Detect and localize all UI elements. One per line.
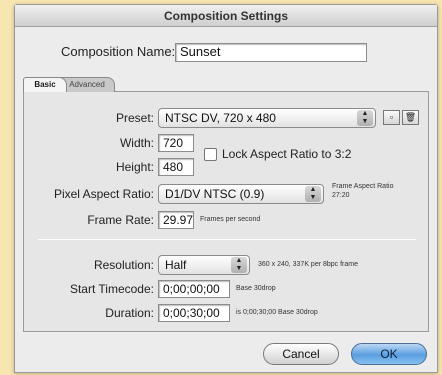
frame-rate-label: Frame Rate: [87, 213, 154, 227]
resolution-info: 360 x 240, 337K per 8bpc frame [258, 261, 359, 268]
height-label: Height: [115, 160, 154, 174]
popup-arrows-icon: ▲ ▼ [231, 257, 247, 273]
save-preset-icon[interactable]: ▫ [383, 110, 400, 125]
composition-name-input[interactable]: Sunset [175, 43, 367, 62]
tab-basic[interactable]: Basic [23, 77, 67, 92]
preset-popup[interactable]: NTSC DV, 720 x 480 ▲ ▼ [158, 108, 376, 128]
resolution-label: Resolution: [93, 258, 154, 272]
pixel-aspect-label: Pixel Aspect Ratio: [53, 187, 154, 201]
frame-aspect-value: 27:20 [332, 192, 350, 199]
start-timecode-label: Start Timecode: [69, 282, 154, 296]
preset-label: Preset: [115, 111, 154, 125]
pixel-aspect-popup[interactable]: D1/DV NTSC (0.9) ▲ ▼ [158, 184, 324, 204]
divider [38, 239, 416, 240]
dialog-title: Composition Settings [15, 5, 437, 27]
duration-input[interactable]: 0;00;30;00 [158, 304, 230, 322]
duration-note: is 0;00;30;00 Base 30drop [236, 309, 318, 316]
ok-button[interactable]: OK [351, 343, 427, 365]
cancel-button[interactable]: Cancel [263, 343, 339, 365]
popup-arrows-icon: ▲ ▼ [305, 186, 321, 202]
popup-arrows-icon: ▲ ▼ [357, 110, 373, 126]
pixel-aspect-value: D1/DV NTSC (0.9) [165, 187, 265, 201]
composition-settings-dialog: Composition Settings Composition Name: S… [14, 4, 438, 373]
preset-value: NTSC DV, 720 x 480 [165, 111, 276, 125]
width-input[interactable]: 720 [158, 134, 194, 152]
start-timecode-input[interactable]: 0;00;00;00 [158, 280, 230, 298]
frame-rate-input[interactable]: 29.97 [158, 211, 194, 229]
lock-aspect-checkbox[interactable] [204, 148, 217, 161]
tab-advanced[interactable]: Advanced [59, 77, 115, 92]
frame-aspect-label: Frame Aspect Ratio [332, 183, 394, 190]
lock-aspect-label: Lock Aspect Ratio to 3:2 [222, 147, 352, 161]
basic-settings-panel: Preset: NTSC DV, 720 x 480 ▲ ▼ ▫ 🗑 Width:… [23, 91, 429, 332]
width-label: Width: [119, 136, 154, 150]
trash-icon[interactable]: 🗑 [402, 110, 419, 125]
resolution-value: Half [165, 258, 187, 272]
resolution-popup[interactable]: Half ▲ ▼ [158, 255, 250, 275]
composition-name-label: Composition Name: [61, 44, 176, 59]
start-timecode-note: Base 30drop [236, 285, 276, 292]
duration-label: Duration: [105, 306, 154, 320]
height-input[interactable]: 480 [158, 158, 194, 176]
frame-rate-unit: Frames per second [200, 216, 261, 223]
